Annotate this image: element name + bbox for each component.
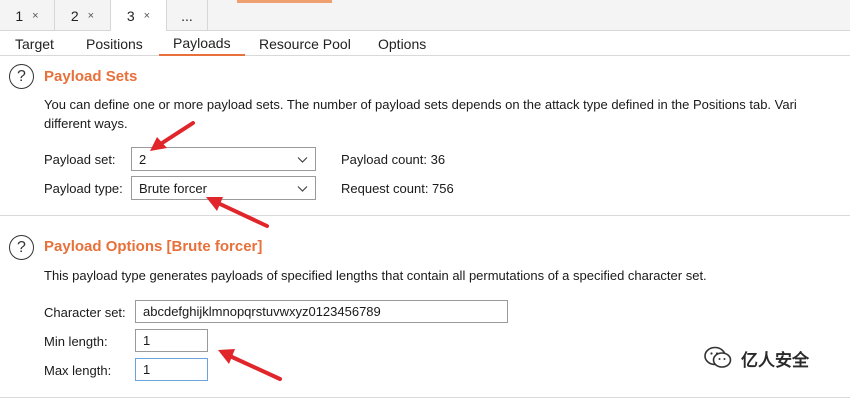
request-count: Request count: 756: [341, 181, 454, 196]
annotation-arrow-min-length: [218, 349, 282, 381]
payload-type-value: Brute forcer: [139, 180, 207, 196]
attack-tab-strip: 1 × 2 × 3 × ...: [0, 0, 850, 32]
character-set-input[interactable]: abcdefghijklmnopqrstuvwxyz0123456789: [135, 300, 508, 323]
max-length-label: Max length:: [44, 363, 112, 378]
payload-type-label: Payload type:: [44, 181, 123, 196]
tab-options[interactable]: Options: [378, 31, 426, 56]
annotation-arrow-payload-set: [150, 121, 195, 151]
payload-sets-description-cont: different ways.: [44, 116, 128, 131]
watermark-text: 亿人安全: [741, 350, 809, 370]
attack-tab-label: ...: [181, 7, 193, 24]
attack-tab-label: 1: [15, 7, 24, 24]
chevron-down-icon: [297, 157, 308, 163]
help-icon[interactable]: ?: [9, 64, 34, 89]
section-title-payload-options: Payload Options [Brute forcer]: [44, 238, 263, 255]
max-length-input[interactable]: 1: [135, 358, 208, 381]
payload-options-description: This payload type generates payloads of …: [44, 268, 707, 283]
attack-tab-3[interactable]: 3 ×: [111, 0, 167, 32]
close-icon[interactable]: ×: [32, 10, 38, 22]
watermark: 亿人安全: [703, 345, 809, 371]
payload-sets-description: You can define one or more payload sets.…: [44, 97, 797, 112]
top-accent-bar: [237, 0, 332, 3]
tab-target[interactable]: Target: [15, 31, 54, 56]
tab-positions[interactable]: Positions: [86, 31, 143, 56]
attack-tab-1[interactable]: 1 ×: [0, 0, 55, 31]
section-title-payload-sets: Payload Sets: [44, 68, 138, 85]
min-length-label: Min length:: [44, 334, 108, 349]
attack-tab-label: 3: [126, 8, 135, 24]
wechat-icon: [704, 346, 732, 368]
character-set-label: Character set:: [44, 305, 126, 320]
close-icon[interactable]: ×: [144, 10, 150, 22]
attack-tab-more[interactable]: ...: [167, 0, 208, 31]
tab-resource-pool[interactable]: Resource Pool: [259, 31, 351, 56]
help-icon[interactable]: ?: [9, 235, 34, 260]
sub-tab-bar: Target Positions Payloads Resource Pool …: [0, 31, 850, 56]
min-length-input[interactable]: 1: [135, 329, 208, 352]
section-divider: [0, 215, 850, 216]
attack-tab-label: 2: [70, 7, 79, 24]
payload-set-label: Payload set:: [44, 152, 116, 167]
close-icon[interactable]: ×: [88, 10, 94, 22]
attack-tab-2[interactable]: 2 ×: [55, 0, 111, 31]
annotation-arrow-payload-type: [206, 197, 269, 228]
chevron-down-icon: [297, 186, 308, 192]
tab-payloads[interactable]: Payloads: [159, 31, 245, 56]
payload-count: Payload count: 36: [341, 152, 446, 167]
